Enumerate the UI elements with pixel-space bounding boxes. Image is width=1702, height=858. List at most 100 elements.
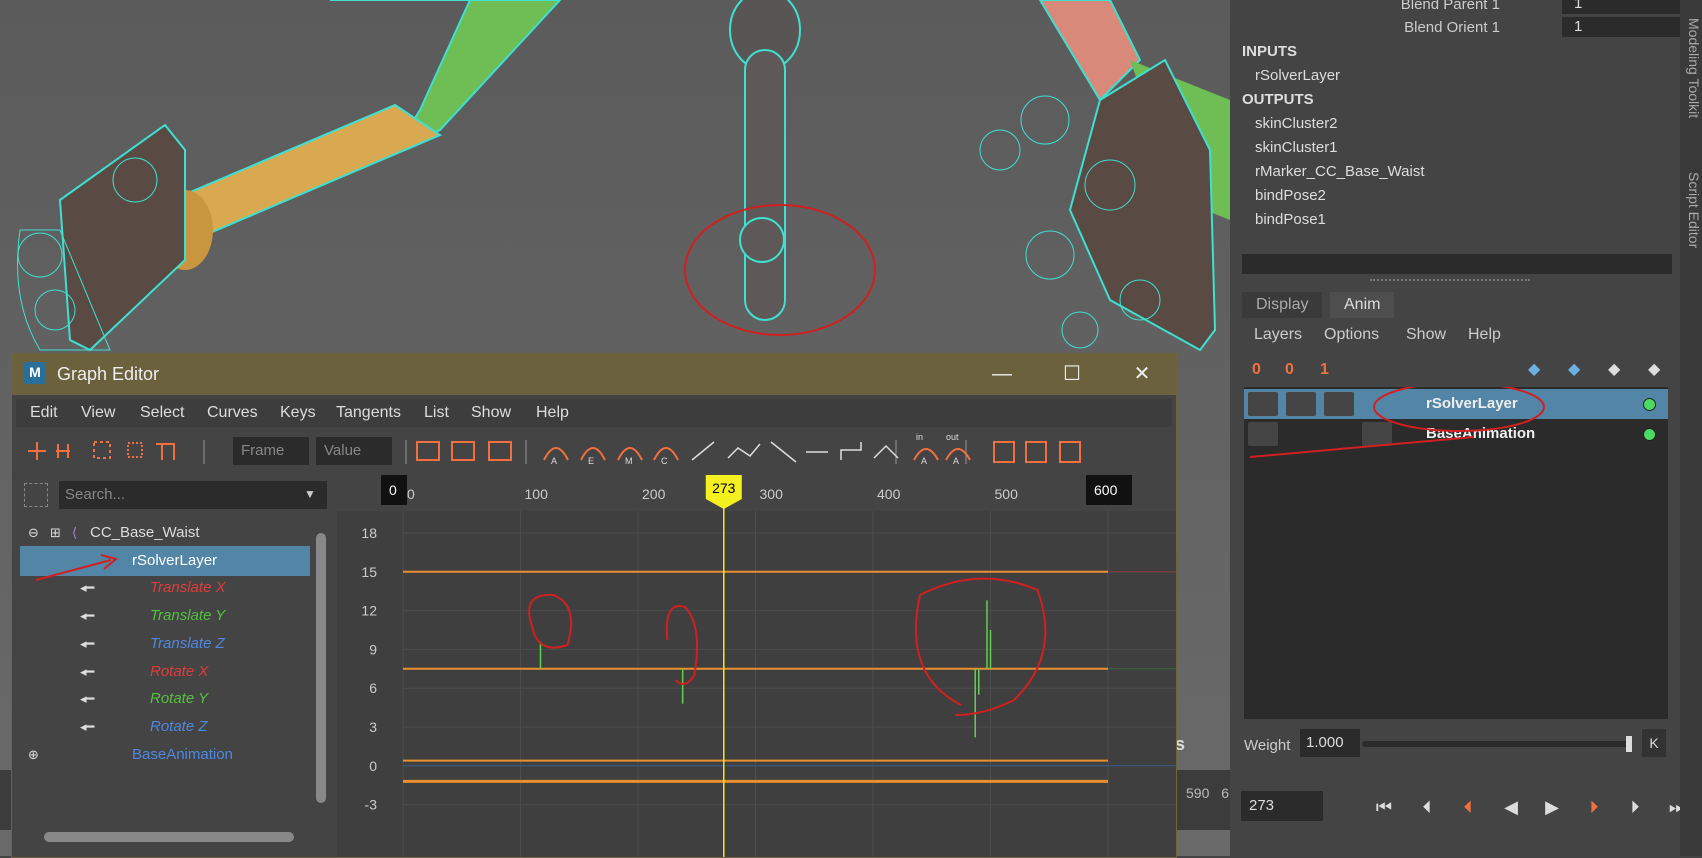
tab-anim[interactable]: Anim — [1330, 292, 1395, 318]
menu-curves[interactable]: Curves — [207, 404, 258, 422]
scrollbar-thumb[interactable] — [316, 533, 326, 803]
graph-editor-toolbar: A E M C A A in out Frame Value — [16, 430, 1172, 472]
minimize-button[interactable]: — — [982, 360, 1022, 388]
menu-show[interactable]: Show — [1406, 326, 1446, 344]
side-tab-bar: Modeling Toolkit Script Editor — [1680, 0, 1702, 856]
weight-label: Weight — [1244, 737, 1291, 754]
graph-view[interactable]: 0 100 200 300 400 500 18 15 12 9 6 3 0 -3 0 600 273 — [337, 475, 1176, 857]
outliner-label: rSolverLayer — [132, 551, 218, 569]
anim-layer-list: rSolverLayer BaseAnimation — [1244, 387, 1668, 719]
y-tick-label: 12 — [361, 603, 377, 619]
menu-show[interactable]: Show — [471, 404, 511, 422]
weight-slider-handle[interactable] — [1626, 736, 1632, 752]
attr-blend-parent[interactable]: Blend Parent 1 1 — [1240, 0, 1684, 16]
outliner-row[interactable]: ◂━ Rotate Y — [20, 684, 310, 714]
outliner-label: Rotate Y — [150, 690, 209, 708]
outliner-hscrollbar[interactable] — [36, 830, 308, 844]
inputs-header: INPUTS — [1242, 43, 1298, 60]
step-back-frame-icon[interactable]: ⏴ — [1416, 797, 1438, 817]
close-button[interactable]: ✕ — [1122, 360, 1162, 388]
step-forward-frame-icon[interactable]: ⏵ — [1624, 797, 1646, 817]
x-tick-label: 100 — [525, 486, 549, 502]
full-key-button[interactable]: 1 — [1320, 361, 1329, 379]
layer-mode-icon[interactable] — [1362, 422, 1392, 446]
zero-key-button[interactable]: 0 — [1252, 361, 1261, 379]
channel-icon: ◂━ — [80, 718, 95, 734]
layer-active-icon[interactable] — [1643, 428, 1656, 441]
solo-icon[interactable] — [1324, 392, 1354, 416]
attr-blend-orient[interactable]: Blend Orient 1 1 — [1240, 17, 1684, 39]
menu-keys[interactable]: Keys — [280, 404, 316, 422]
play-backwards-icon[interactable]: ◀ — [1500, 797, 1522, 817]
move-layer-down-icon[interactable]: ◆ — [1568, 359, 1580, 379]
zero-key-all-button[interactable]: 0 — [1285, 361, 1294, 379]
tab-display[interactable]: Display — [1242, 292, 1323, 318]
weight-input[interactable]: 1.000 — [1300, 729, 1360, 757]
menu-help[interactable]: Help — [1468, 326, 1501, 344]
x-tick-label: 400 — [877, 486, 901, 502]
menu-edit[interactable]: Edit — [30, 404, 58, 422]
outliner-row[interactable]: rSolverLayer — [20, 545, 310, 576]
key-weight-button[interactable]: K — [1642, 729, 1666, 757]
graph-canvas[interactable]: 0 100 200 300 400 500 18 15 12 9 6 3 0 -3 0 600 273 — [337, 475, 1176, 857]
value-field[interactable]: Value — [316, 437, 392, 465]
menu-layers[interactable]: Layers — [1254, 326, 1302, 344]
frame-field[interactable]: Frame — [233, 437, 309, 465]
output-item[interactable]: bindPose1 — [1255, 211, 1326, 228]
chevron-down-icon[interactable]: ▼ — [304, 487, 316, 501]
outliner-row[interactable]: ◂━ Translate X — [20, 573, 310, 603]
menu-select[interactable]: Select — [140, 404, 184, 422]
search-input[interactable]: Search... — [59, 481, 327, 509]
menu-help[interactable]: Help — [536, 404, 569, 422]
output-item[interactable]: rMarker_CC_Base_Waist — [1255, 163, 1425, 180]
current-frame-field[interactable]: 273 — [1241, 791, 1323, 821]
menu-list[interactable]: List — [424, 404, 449, 422]
layer-row-rsolverlayer[interactable]: rSolverLayer — [1244, 389, 1668, 419]
collapse-icon[interactable]: ⊖ — [28, 525, 39, 541]
menu-options[interactable]: Options — [1324, 326, 1379, 344]
output-item[interactable]: bindPose2 — [1255, 187, 1326, 204]
step-back-key-icon[interactable]: ⏴ — [1457, 797, 1479, 817]
tool-letter: M — [625, 456, 633, 466]
outliner-row[interactable]: ◂━ Translate Y — [20, 601, 310, 631]
go-to-start-icon[interactable]: ⏮ — [1373, 797, 1395, 817]
hscrollbar-thumb[interactable] — [44, 832, 294, 842]
tab-modeling-toolkit[interactable]: Modeling Toolkit — [1680, 8, 1702, 128]
outliner-row[interactable]: ⊕ BaseAnimation — [20, 740, 310, 770]
layer-active-icon[interactable] — [1643, 398, 1656, 411]
outliner-label: Translate X — [150, 579, 226, 597]
tool-letter: A — [551, 456, 558, 466]
outliner-row[interactable]: ◂━ Rotate Z — [20, 712, 310, 742]
tab-script-editor[interactable]: Script Editor — [1680, 160, 1702, 260]
input-item[interactable]: rSolverLayer — [1255, 67, 1340, 84]
play-forwards-icon[interactable]: ▶ — [1541, 797, 1563, 817]
output-item[interactable]: skinCluster2 — [1255, 115, 1338, 132]
move-layer-up-icon[interactable]: ◆ — [1528, 359, 1540, 379]
lock-icon[interactable] — [1248, 392, 1278, 416]
expand-all-icon[interactable]: ⊞ — [50, 525, 61, 541]
panel-splitter[interactable] — [1370, 279, 1530, 284]
outliner-label: BaseAnimation — [132, 745, 233, 763]
mute-icon[interactable] — [1286, 392, 1316, 416]
outliner-scrollbar[interactable] — [316, 521, 326, 821]
outliner-row[interactable]: ◂━ Rotate X — [20, 657, 310, 687]
menu-tangents[interactable]: Tangents — [336, 404, 401, 422]
outliner-row[interactable]: ◂━ Translate Z — [20, 629, 310, 659]
channel-box-scroll-area — [1242, 254, 1672, 274]
lock-icon[interactable] — [1248, 422, 1278, 446]
weight-slider[interactable] — [1362, 736, 1632, 752]
channel-icon: ◂━ — [80, 663, 95, 679]
menu-view[interactable]: View — [81, 404, 115, 422]
x-tick-label: 500 — [995, 486, 1019, 502]
graph-editor-titlebar[interactable]: M Graph Editor — ☐ ✕ — [12, 354, 1176, 395]
output-item[interactable]: skinCluster1 — [1255, 139, 1338, 156]
layer-editor-menu: Layers Options Show Help — [1242, 322, 1672, 348]
layer-row-baseanimation[interactable]: BaseAnimation — [1244, 419, 1668, 449]
expand-icon[interactable]: ⊕ — [28, 747, 39, 763]
maximize-button[interactable]: ☐ — [1052, 360, 1092, 388]
new-layer-selected-icon[interactable]: ◆ — [1648, 359, 1660, 379]
filter-icon[interactable] — [24, 483, 48, 507]
step-forward-key-icon[interactable]: ⏵ — [1583, 797, 1605, 817]
new-layer-icon[interactable]: ◆ — [1608, 359, 1620, 379]
outliner-row[interactable]: ⊖ ⊞ ⟨ CC_Base_Waist — [20, 518, 310, 548]
